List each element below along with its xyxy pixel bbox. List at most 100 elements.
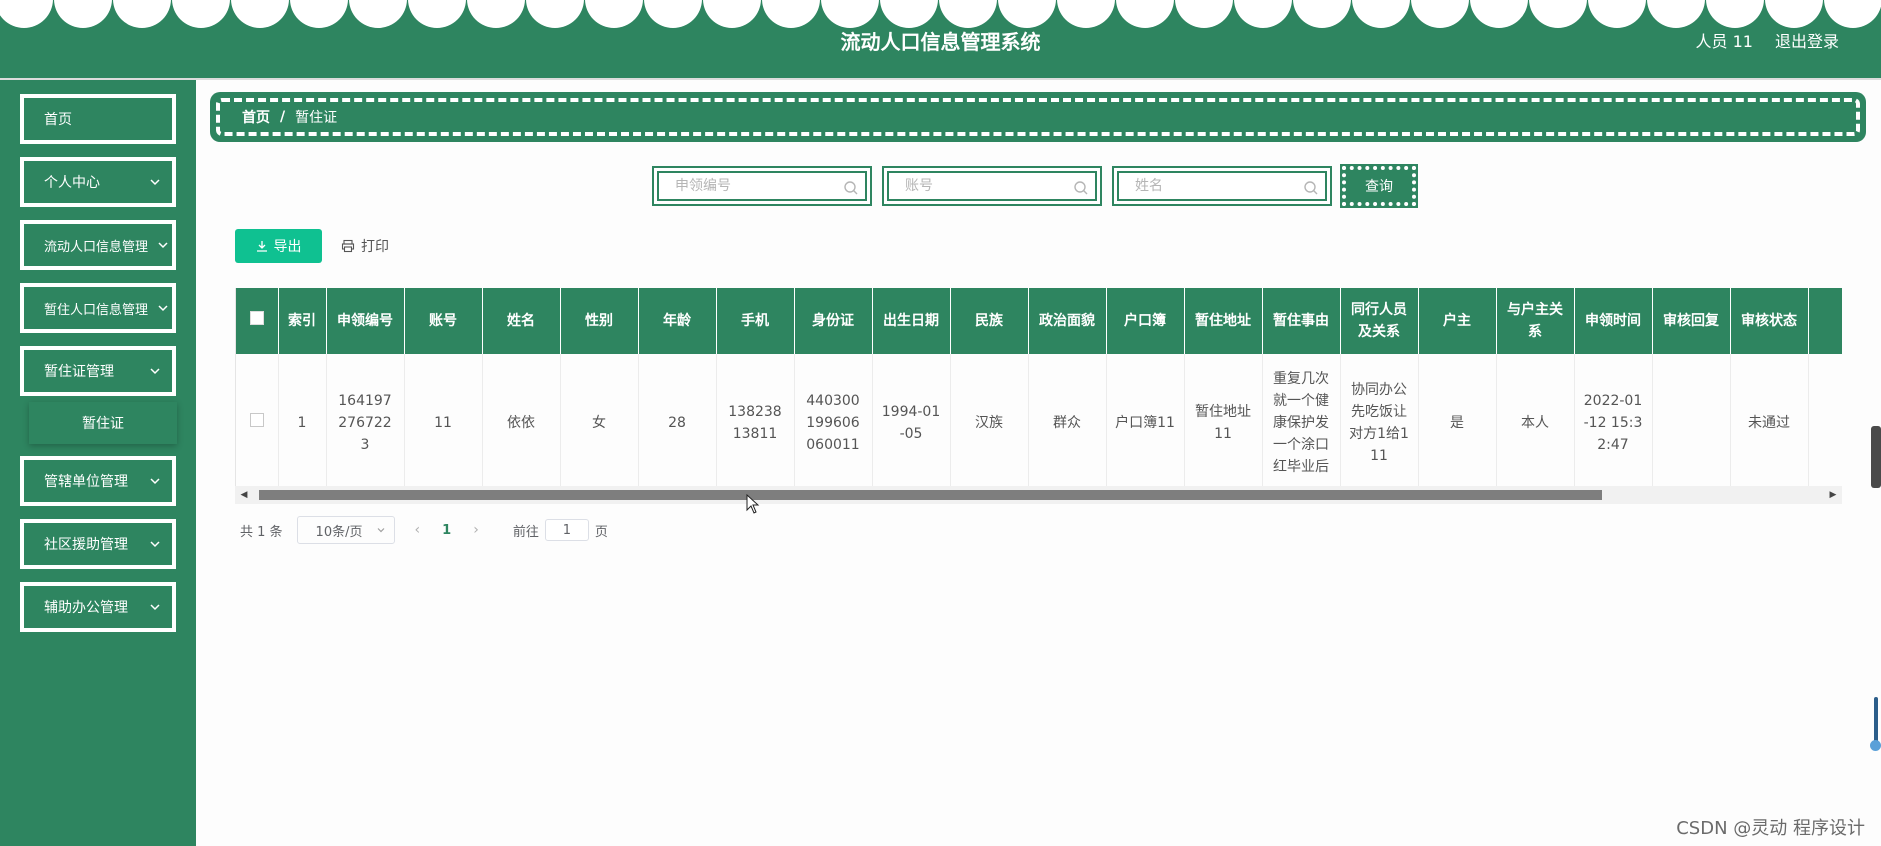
sidebar-item-personal-center[interactable]: 个人中心 [20, 157, 176, 207]
cell-apply-no: 1641972767223 [326, 354, 405, 493]
column-header: 账号 [404, 288, 483, 354]
column-header: 手机 [716, 288, 795, 354]
column-header: 户主 [1418, 288, 1497, 354]
scallop-decoration [113, 0, 171, 28]
scallop-decoration [1765, 0, 1823, 28]
name-input[interactable] [1119, 173, 1325, 199]
cell-gender: 女 [560, 354, 639, 493]
column-header: 身份证 [794, 288, 873, 354]
scallop-decoration [1470, 0, 1528, 28]
scallop-decoration [880, 0, 938, 28]
sidebar-item-label: 社区援助管理 [44, 537, 128, 553]
chevron-down-icon [150, 368, 160, 375]
cell-temp-address: 暂住地址11 [1184, 354, 1263, 493]
scallop-decoration [1175, 0, 1233, 28]
query-button[interactable]: 查询 [1340, 164, 1418, 208]
scrollbar-thumb[interactable] [259, 490, 1602, 500]
search-icon [1074, 181, 1088, 195]
scallop-decoration [1588, 0, 1646, 28]
export-button[interactable]: 导出 [235, 229, 322, 263]
cell-relation: 本人 [1496, 354, 1575, 493]
mouse-cursor-icon [746, 494, 760, 514]
cell-id-card: 440300199606060011 [794, 354, 873, 493]
goto-page-input[interactable] [544, 519, 589, 541]
total-count: 共 1 条 [240, 524, 283, 540]
goto-page: 前往 页 [513, 519, 608, 541]
scallop-decoration [1116, 0, 1174, 28]
chevron-down-icon [150, 541, 160, 548]
scallop-decoration [703, 0, 761, 28]
scallop-decoration [1706, 0, 1764, 28]
scallop-decoration [821, 0, 879, 28]
scallop-decoration [1352, 0, 1410, 28]
breadcrumb-home[interactable]: 首页 [242, 107, 270, 127]
sidebar-item-floating-population[interactable]: 流动人口信息管理 [20, 220, 176, 270]
goto-suffix: 页 [594, 524, 608, 540]
sidebar: 首页 个人中心 流动人口信息管理 暂住人口信息管理 暂住证管理 暂住证 管辖单位… [0, 80, 196, 846]
scallop-decoration [1647, 0, 1705, 28]
account-input[interactable] [889, 173, 1095, 199]
cell-householder: 是 [1418, 354, 1497, 493]
column-header: 政治面貌 [1028, 288, 1107, 354]
apply-no-input[interactable] [659, 173, 865, 199]
column-header: 年龄 [638, 288, 717, 354]
row-checkbox[interactable] [249, 412, 264, 427]
scallop-decoration [0, 0, 53, 28]
logout-link[interactable]: 退出登录 [1775, 28, 1839, 52]
scallop-decoration [939, 0, 997, 28]
column-header: 出生日期 [872, 288, 951, 354]
chevron-down-icon [377, 528, 384, 533]
next-page-icon[interactable]: › [473, 522, 479, 538]
print-button[interactable]: 打印 [341, 229, 389, 263]
sidebar-item-community-aid[interactable]: 社区援助管理 [20, 519, 176, 569]
scallop-decoration [1824, 0, 1881, 28]
column-header: 审核回复 [1652, 288, 1731, 354]
header-user-area: 人员 11 退出登录 [1696, 28, 1839, 52]
page-number-current[interactable]: 1 [442, 523, 451, 538]
prev-page-icon[interactable]: ‹ [415, 522, 421, 538]
row-select-cell [236, 354, 279, 493]
sidebar-item-label: 辅助办公管理 [44, 600, 128, 616]
scallop-decoration [1057, 0, 1115, 28]
column-header-extra [1808, 288, 1842, 354]
sidebar-item-permit-management[interactable]: 暂住证管理 [20, 346, 176, 396]
goto-label: 前往 [512, 524, 539, 540]
search-account [882, 166, 1102, 206]
current-user[interactable]: 人员 11 [1696, 28, 1753, 52]
search-icon [844, 181, 858, 195]
scallop-decoration [290, 0, 348, 28]
cell-political: 群众 [1028, 354, 1107, 493]
sidebar-item-home[interactable]: 首页 [20, 94, 176, 144]
scroll-right-arrow-icon[interactable]: ▶ [1827, 489, 1839, 501]
table-header-row: 索引 申领编号 账号 姓名 性别 年龄 手机 身份证 出生日期 民族 政治面貌 … [236, 288, 1842, 354]
permit-table: 索引 申领编号 账号 姓名 性别 年龄 手机 身份证 出生日期 民族 政治面貌 … [235, 288, 1842, 504]
sidebar-item-jurisdiction-management[interactable]: 管辖单位管理 [20, 456, 176, 506]
export-label: 导出 [273, 239, 302, 255]
scroll-left-arrow-icon[interactable]: ◀ [238, 489, 250, 501]
printer-icon [341, 239, 355, 253]
sidebar-item-temporary-population[interactable]: 暂住人口信息管理 [20, 283, 176, 333]
chevron-down-icon [150, 179, 160, 186]
table-horizontal-scrollbar[interactable]: ◀ ▶ [235, 486, 1842, 504]
page-size-select[interactable]: 10条/页 [296, 516, 395, 544]
column-header: 申领编号 [326, 288, 405, 354]
column-header: 民族 [950, 288, 1029, 354]
sidebar-subitem-permit[interactable]: 暂住证 [29, 402, 177, 444]
table-row[interactable]: 1 1641972767223 11 依依 女 28 13823813811 4… [236, 354, 1842, 493]
cell-birth-date: 1994-01-05 [872, 354, 951, 493]
breadcrumb-inner: 首页 / 暂住证 [216, 98, 1860, 136]
scallop-decoration [998, 0, 1056, 28]
breadcrumb-separator: / [280, 109, 286, 125]
side-slider-knob[interactable] [1870, 740, 1881, 751]
column-header: 同行人员及关系 [1340, 288, 1419, 354]
column-header: 性别 [560, 288, 639, 354]
scallop-decoration [54, 0, 112, 28]
chevron-down-icon [150, 604, 160, 611]
scallop-decoration [526, 0, 584, 28]
cell-review-status: 未通过 [1730, 354, 1809, 493]
select-all-checkbox[interactable] [249, 311, 264, 325]
search-name-frame [1117, 171, 1327, 201]
page-scrollbar-thumb[interactable] [1871, 426, 1881, 488]
watermark: CSDN @灵动 程序设计 [1676, 818, 1865, 839]
sidebar-item-office-assist[interactable]: 辅助办公管理 [20, 582, 176, 632]
